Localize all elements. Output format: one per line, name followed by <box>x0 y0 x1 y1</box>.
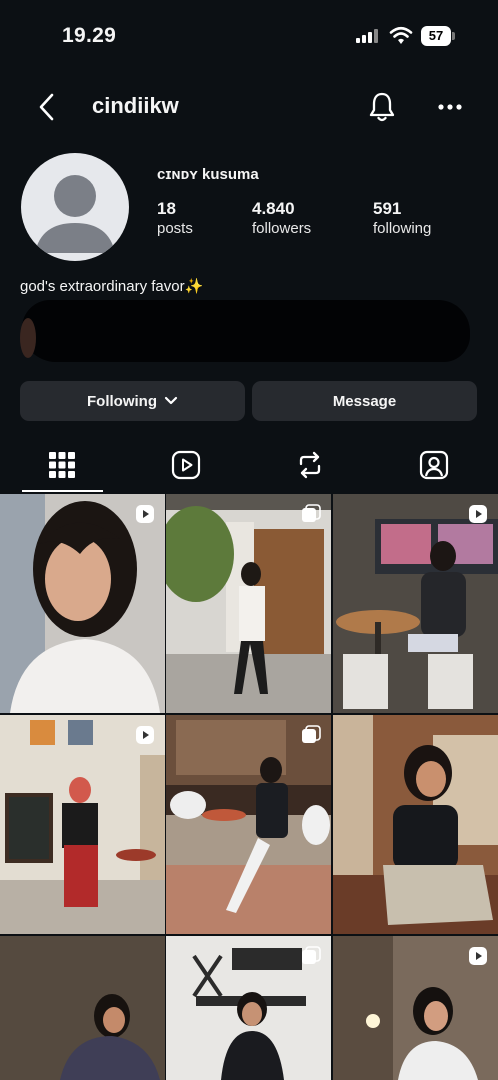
grid-post-7[interactable] <box>0 936 165 1080</box>
reposts-icon <box>299 451 321 479</box>
redacted-bio-link <box>22 300 470 362</box>
tab-tagged[interactable] <box>419 448 449 482</box>
reel-icon <box>469 505 487 523</box>
profile-full-name: ᴄɪɴᴅʏ kusuma <box>157 166 259 183</box>
following-label[interactable]: following <box>373 220 431 237</box>
reels-icon <box>171 450 201 480</box>
grid-post-1[interactable] <box>0 494 165 713</box>
active-tab-indicator <box>22 490 103 492</box>
default-avatar-icon <box>35 175 115 253</box>
reel-icon <box>469 947 487 965</box>
grid-post-3[interactable] <box>333 494 498 713</box>
tab-reels[interactable] <box>171 448 201 482</box>
message-button-label: Message <box>332 392 397 410</box>
posts-label[interactable]: posts <box>157 220 193 237</box>
post-thumbnail <box>166 715 331 934</box>
following-button[interactable]: Following <box>20 381 245 421</box>
post-thumbnail <box>333 494 498 713</box>
chevron-down-icon <box>164 396 178 405</box>
grid-post-6[interactable] <box>333 715 498 934</box>
bio-link-thumbnail[interactable] <box>20 318 36 358</box>
reel-icon <box>136 726 154 744</box>
profile-bio: god's extraordinary favor✨ <box>20 278 204 295</box>
post-thumbnail <box>0 715 165 934</box>
post-thumbnail <box>0 494 165 713</box>
message-button[interactable]: Message <box>252 381 477 421</box>
grid-post-5[interactable] <box>166 715 331 934</box>
followers-count[interactable]: 4.840 <box>252 199 295 219</box>
grid-post-2[interactable] <box>166 494 331 713</box>
more-options-icon[interactable] <box>438 104 462 110</box>
post-thumbnail <box>166 494 331 713</box>
following-count[interactable]: 591 <box>373 199 401 219</box>
tagged-icon <box>419 450 449 480</box>
posts-count[interactable]: 18 <box>157 199 176 219</box>
grid-icon <box>49 452 75 478</box>
battery-icon: 57 <box>421 26 451 46</box>
notification-bell-icon[interactable] <box>368 91 396 123</box>
carousel-icon <box>302 504 321 522</box>
post-thumbnail <box>0 936 165 1080</box>
grid-post-4[interactable] <box>0 715 165 934</box>
grid-post-8[interactable] <box>166 936 331 1080</box>
followers-label[interactable]: followers <box>252 220 311 237</box>
back-arrow-icon[interactable] <box>36 92 58 122</box>
tab-reposts[interactable] <box>295 448 325 482</box>
grid-post-9[interactable] <box>333 936 498 1080</box>
battery-cap <box>452 32 455 40</box>
cellular-signal-icon <box>356 29 378 43</box>
status-time: 19.29 <box>62 24 117 47</box>
reel-icon <box>136 505 154 523</box>
wifi-icon <box>389 26 413 44</box>
following-button-label: Following <box>87 392 157 410</box>
post-thumbnail <box>333 715 498 934</box>
carousel-icon <box>302 946 321 964</box>
profile-username: cindiikw <box>92 93 179 118</box>
avatar[interactable] <box>21 153 129 261</box>
carousel-icon <box>302 725 321 743</box>
tab-posts-grid[interactable] <box>47 448 77 482</box>
